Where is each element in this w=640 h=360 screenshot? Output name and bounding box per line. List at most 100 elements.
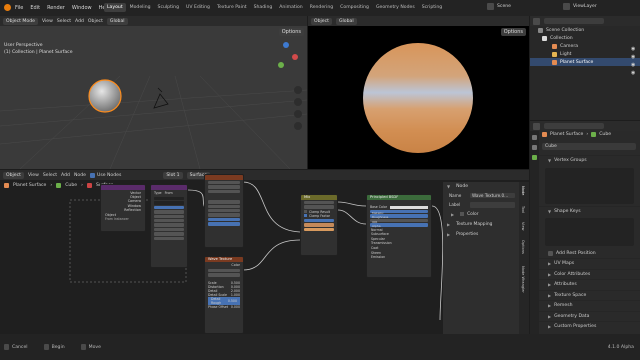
outliner-item-scene-collection[interactable]: Scene Collection xyxy=(530,26,640,34)
wave-direction-field[interactable] xyxy=(208,189,240,194)
tab-shading[interactable]: Shading xyxy=(251,3,276,12)
ior-field[interactable]: IOR xyxy=(370,218,428,224)
panel-emission[interactable]: Emission xyxy=(371,255,427,260)
mix-data-type[interactable] xyxy=(304,201,334,205)
field-value[interactable] xyxy=(154,232,184,236)
gizmo-y-icon[interactable] xyxy=(278,62,284,68)
node-principled-bsdf[interactable]: Principled BSDF Base Color Metallic Roug… xyxy=(366,194,432,278)
tab-sculpting[interactable]: Sculpting xyxy=(155,3,182,12)
distortion-field[interactable] xyxy=(208,204,240,208)
wave-type-field[interactable] xyxy=(208,269,240,273)
section-attributes[interactable]: ▶ Attributes xyxy=(539,279,640,290)
section-shape-keys[interactable]: ▼ Shape Keys xyxy=(539,205,640,216)
node-wave-texture-2[interactable]: Wave Texture Color Scale 0.500 Distortion… xyxy=(204,256,244,334)
outliner-item-light[interactable]: Light xyxy=(530,50,640,58)
field-value[interactable] xyxy=(154,210,184,214)
scene-selector[interactable]: Scene xyxy=(487,3,511,10)
add-rest-position-checkbox[interactable]: Add Rest Position xyxy=(539,248,640,258)
tab-texture-paint[interactable]: Texture Paint xyxy=(214,3,250,12)
sidebar-tab-view[interactable]: View xyxy=(521,222,525,231)
tab-modeling[interactable]: Modeling xyxy=(127,3,154,12)
node-mix[interactable]: Mix Clamp Result Clamp Factor xyxy=(300,194,338,256)
from-instancer-checkbox[interactable]: From Instancer xyxy=(101,217,145,221)
scale-field[interactable] xyxy=(208,200,240,204)
gizmo-x-icon[interactable] xyxy=(292,54,298,60)
sidebar-tab-node-wrangler[interactable]: Node Wrangler xyxy=(521,266,525,293)
wave-param-detail-rough[interactable]: Detail Rough 0.500 xyxy=(208,296,240,305)
checkbox-icon[interactable] xyxy=(548,250,553,256)
menu-window[interactable]: Window xyxy=(72,5,92,11)
pan-hand-icon[interactable] xyxy=(294,98,302,106)
mesh-data-tab-icon[interactable] xyxy=(532,155,537,160)
metallic-field[interactable]: Metallic xyxy=(370,210,428,215)
detail-scale-field[interactable] xyxy=(208,213,240,217)
eye-icon[interactable]: ◉ xyxy=(631,54,635,60)
roughness-field[interactable]: Roughness xyxy=(370,214,428,219)
node-mapping[interactable]: Type From xyxy=(150,184,188,268)
tab-rendering[interactable]: Rendering xyxy=(307,3,336,12)
section-color-attributes[interactable]: ▶ Color Attributes xyxy=(539,268,640,279)
detail-rough-field[interactable] xyxy=(208,217,240,222)
sidebar-tab-tool[interactable]: Tool xyxy=(521,206,525,213)
outliner-search-input[interactable] xyxy=(544,18,604,24)
tab-uv-editing[interactable]: UV Editing xyxy=(183,3,213,12)
menu-edit[interactable]: Edit xyxy=(30,5,40,11)
tool-tab-icon[interactable] xyxy=(532,135,537,140)
mesh-name-field[interactable]: Cube xyxy=(542,143,636,150)
field-value[interactable] xyxy=(154,214,184,218)
sidebar-tab-node[interactable]: Node xyxy=(521,186,525,195)
section-custom-properties[interactable]: ▶ Custom Properties xyxy=(539,321,640,332)
menu-file[interactable]: File xyxy=(15,5,23,11)
field-value[interactable] xyxy=(154,205,184,210)
alpha-field[interactable]: Alpha xyxy=(370,223,428,228)
navigation-gizmo[interactable] xyxy=(272,42,300,70)
render-preview-viewport[interactable]: Object Global Options xyxy=(308,16,529,169)
render-tab-icon[interactable] xyxy=(532,145,537,150)
tab-scripting[interactable]: Scripting xyxy=(419,3,445,12)
blender-logo-icon[interactable] xyxy=(4,4,11,11)
section-geometry-data[interactable]: ▶ Geometry Data xyxy=(539,310,640,321)
mix-blend-mode[interactable] xyxy=(304,205,334,209)
section-texture-space[interactable]: ▶ Texture Space xyxy=(539,289,640,300)
shader-node-editor[interactable]: Object View Select Add Node Use Nodes Sl… xyxy=(0,170,529,334)
node-texture-coordinate[interactable]: Vector Object Camera Window Reflection O… xyxy=(100,184,146,232)
field-value[interactable] xyxy=(154,223,184,227)
factor-field[interactable] xyxy=(304,218,334,223)
vertex-groups-list[interactable] xyxy=(545,167,634,204)
node-label-field[interactable] xyxy=(470,201,515,208)
tab-animation[interactable]: Animation xyxy=(276,3,305,12)
tab-layout[interactable]: Layout xyxy=(104,3,126,12)
zoom-icon[interactable] xyxy=(294,86,302,94)
wave-profile-field[interactable] xyxy=(208,185,240,189)
outliner-item-collection[interactable]: Collection xyxy=(530,34,640,42)
menu-render[interactable]: Render xyxy=(47,5,65,11)
section-uv-maps[interactable]: ▶ UV Maps xyxy=(539,258,640,269)
node-wave-texture-1[interactable] xyxy=(204,174,244,248)
perspective-toggle-icon[interactable] xyxy=(294,122,302,130)
checkbox-icon[interactable] xyxy=(460,212,465,216)
viewport-3d[interactable]: Object Mode View Select Add Object Globa… xyxy=(0,16,307,169)
field-value[interactable] xyxy=(154,227,184,232)
eye-icon[interactable]: ◉ xyxy=(631,70,635,76)
node-color-panel[interactable]: ▶ Color xyxy=(443,209,519,219)
field-value[interactable] xyxy=(154,218,184,223)
section-vertex-groups[interactable]: ▼ Vertex Groups xyxy=(539,155,640,166)
texture-mapping-panel[interactable]: ▶ Texture Mapping xyxy=(443,219,519,229)
gizmo-z-icon[interactable] xyxy=(283,42,289,48)
outliner-item-planet-surface[interactable]: Planet Surface xyxy=(530,58,640,66)
phase-offset-field[interactable] xyxy=(208,222,240,226)
sidebar-section-node[interactable]: ▼ Node xyxy=(443,182,519,191)
outliner-item-camera[interactable]: Camera xyxy=(530,42,640,50)
wave-profile-field[interactable] xyxy=(208,273,240,277)
color-a-swatch[interactable] xyxy=(304,223,334,227)
clamp-factor-checkbox[interactable]: Clamp Factor xyxy=(301,214,337,218)
properties-search-input[interactable] xyxy=(544,123,604,129)
wave-type-field[interactable] xyxy=(208,181,240,185)
eye-icon[interactable]: ◉ xyxy=(631,62,635,68)
node-name-field[interactable]: Wave Texture.0... xyxy=(470,193,515,198)
eye-icon[interactable]: ◉ xyxy=(631,46,635,52)
shape-keys-list[interactable] xyxy=(545,218,634,246)
color-b-swatch[interactable] xyxy=(304,227,334,231)
sidebar-tab-options[interactable]: Options xyxy=(521,240,525,254)
camera-view-icon[interactable] xyxy=(294,110,302,118)
